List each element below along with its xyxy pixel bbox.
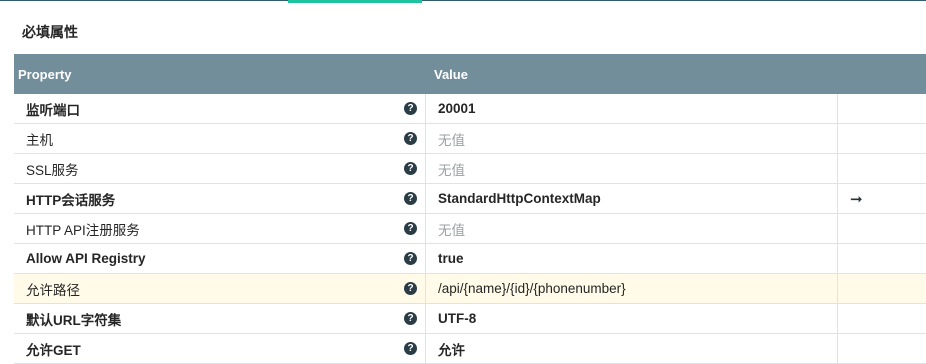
property-name: 允许GET — [26, 342, 81, 358]
property-value[interactable]: StandardHttpContextMap — [426, 184, 838, 213]
action-cell — [838, 304, 926, 333]
action-cell — [838, 154, 926, 183]
action-cell — [838, 274, 926, 303]
property-name: 主机 — [26, 132, 53, 148]
property-name: Allow API Registry — [26, 251, 146, 266]
help-icon[interactable]: ? — [404, 192, 417, 205]
help-icon[interactable]: ? — [404, 282, 417, 295]
property-cell: 允许GET? — [14, 334, 426, 363]
table-row[interactable]: 监听端口? 20001 — [14, 94, 926, 124]
table-row[interactable]: 允许GET? 允许 — [14, 334, 926, 364]
property-name: HTTP会话服务 — [26, 192, 116, 208]
help-icon[interactable]: ? — [404, 312, 417, 325]
table-row[interactable]: 默认URL字符集? UTF-8 — [14, 304, 926, 334]
property-cell: HTTP会话服务? — [14, 184, 426, 213]
property-cell: 允许路径? — [14, 274, 426, 303]
action-cell: ➞ — [838, 184, 926, 213]
action-cell — [838, 244, 926, 273]
property-cell: SSL服务? — [14, 154, 426, 183]
help-icon[interactable]: ? — [404, 132, 417, 145]
top-divider — [0, 0, 926, 1]
table-row[interactable]: SSL服务? 无值 — [14, 154, 926, 184]
property-cell: 默认URL字符集? — [14, 304, 426, 333]
action-cell — [838, 94, 926, 123]
table-row[interactable]: 主机? 无值 — [14, 124, 926, 154]
property-cell: 主机? — [14, 124, 426, 153]
help-icon[interactable]: ? — [404, 162, 417, 175]
property-value[interactable]: 无值 — [426, 214, 838, 243]
property-cell: Allow API Registry? — [14, 244, 426, 273]
active-tab-indicator — [288, 0, 422, 3]
property-name: SSL服务 — [26, 162, 79, 178]
properties-table: Property Value 监听端口? 20001 主机? 无值 SSL服务? 无值 HT… — [14, 54, 926, 364]
section-title: 必填属性 — [22, 24, 78, 40]
property-value[interactable]: true — [426, 244, 838, 273]
table-row[interactable]: 允许路径?/api/{name}/{id}/{phonenumber} — [14, 274, 926, 304]
property-cell: 监听端口? — [14, 94, 426, 123]
table-row[interactable]: HTTP会话服务? StandardHttpContextMap ➞ — [14, 184, 926, 214]
arrow-right-icon[interactable]: ➞ — [850, 190, 863, 208]
property-name: 监听端口 — [26, 102, 80, 118]
help-icon[interactable]: ? — [404, 102, 417, 115]
property-value[interactable]: 无值 — [426, 154, 838, 183]
table-row[interactable]: HTTP API注册服务? 无值 — [14, 214, 926, 244]
property-name: HTTP API注册服务 — [26, 222, 140, 238]
property-value[interactable]: UTF-8 — [426, 304, 838, 333]
property-value[interactable]: 无值 — [426, 124, 838, 153]
action-cell — [838, 124, 926, 153]
property-cell: HTTP API注册服务? — [14, 214, 426, 243]
help-icon[interactable]: ? — [404, 252, 417, 265]
header-property: Property — [18, 66, 72, 82]
property-name: 默认URL字符集 — [26, 312, 122, 328]
action-cell — [838, 334, 926, 363]
help-icon[interactable]: ? — [404, 342, 417, 355]
property-name: 允许路径 — [26, 282, 80, 298]
table-header: Property Value — [14, 54, 926, 94]
table-row[interactable]: Allow API Registry? true — [14, 244, 926, 274]
property-value[interactable]: 20001 — [426, 94, 838, 123]
table-body: 监听端口? 20001 主机? 无值 SSL服务? 无值 HTTP会话服务? Standard… — [14, 94, 926, 364]
help-icon[interactable]: ? — [404, 222, 417, 235]
property-value[interactable]: 允许 — [426, 334, 838, 363]
action-cell — [838, 214, 926, 243]
property-value[interactable]: /api/{name}/{id}/{phonenumber} — [426, 274, 838, 303]
header-value: Value — [434, 66, 468, 82]
